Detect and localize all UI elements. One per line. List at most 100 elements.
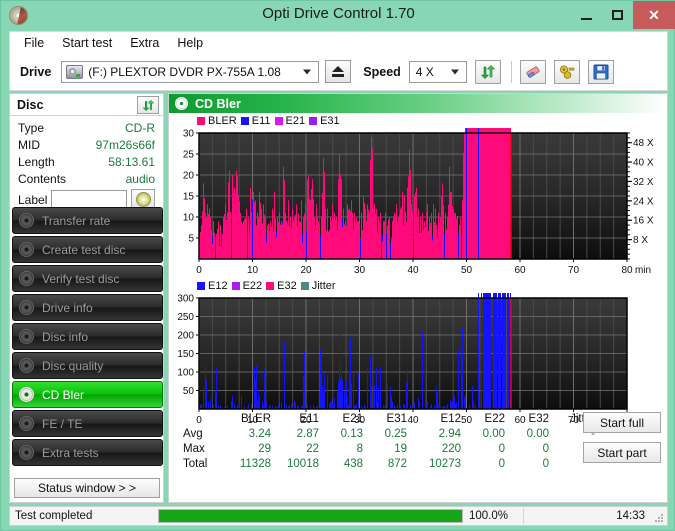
progress-bar (158, 509, 463, 523)
sidebar-item-create-test-disc[interactable]: Create test disc (12, 236, 163, 263)
maximize-button[interactable] (602, 1, 633, 29)
stats-avg-e21: 0.13 (340, 427, 363, 440)
disc-row-type: Type CD-R (10, 119, 163, 136)
refresh-button[interactable] (474, 59, 501, 84)
legend-swatch-e31 (309, 116, 318, 125)
sidebar-item-disc-quality[interactable]: Disc quality (12, 352, 163, 379)
stats-row-label-total: Total (183, 457, 208, 470)
menu-item-start-test[interactable]: Start test (54, 34, 120, 52)
menu-item-help[interactable]: Help (169, 34, 211, 52)
sidebar-label-fe-te: FE / TE (42, 416, 83, 431)
eject-icon (332, 66, 345, 72)
resize-grip[interactable] (653, 512, 663, 522)
bottom-chart-svg: 5010015020025030001020304050607080min (177, 293, 651, 426)
stats-avg-e12: 2.94 (438, 427, 461, 440)
close-button[interactable]: ✕ (633, 1, 675, 29)
legend-swatch-e32 (266, 281, 275, 290)
disc-label-key: Label (18, 192, 48, 207)
legend-label-e31: E31 (320, 114, 340, 127)
start-part-button[interactable]: Start part (583, 442, 661, 463)
left-panel: Disc Type CD-R MID 97m26s66f Length 58:1… (9, 93, 164, 503)
status-text: Test completed (15, 510, 93, 522)
svg-text:80: 80 (621, 265, 633, 276)
speed-select[interactable]: 4 X (408, 60, 467, 83)
sidebar-item-cd-bler[interactable]: CD Bler (12, 381, 163, 408)
stats-col-e32: E32 (528, 412, 549, 425)
legend-swatch-e22 (231, 281, 240, 290)
cd-bler-title: CD Bler (195, 96, 241, 111)
disc-row-mid: MID 97m26s66f (10, 136, 163, 153)
eject-button[interactable] (325, 60, 352, 83)
stats-col-e11: E11 (299, 412, 319, 425)
top-chart-svg: 5 10 15 20 25 30 0 10 20 30 40 50 60 70 80 min 8 X 16 X 24… (183, 128, 654, 276)
sidebar-label-disc-info: Disc info (42, 329, 89, 344)
legend-swatch-e12 (197, 281, 205, 290)
stats-max-e32: 0 (542, 442, 549, 455)
svg-text:30: 30 (183, 129, 195, 140)
svg-text:32 X: 32 X (633, 177, 654, 188)
start-full-button[interactable]: Start full (583, 412, 661, 433)
eraser-icon (526, 65, 540, 78)
speed-select-value: 4 X (415, 64, 434, 79)
svg-text:10: 10 (247, 265, 259, 276)
stats-total-e21: 438 (343, 457, 363, 470)
table-row: Max 29 22 8 19 220 0 0 - (179, 441, 601, 456)
svg-text:100: 100 (177, 368, 194, 379)
sidebar-item-fe-te[interactable]: FE / TE (12, 410, 163, 437)
sidebar-item-verify-test-disc[interactable]: Verify test disc (12, 265, 163, 292)
disc-key-length: Length (18, 154, 55, 169)
drive-icon (19, 300, 34, 315)
svg-text:15: 15 (183, 192, 195, 203)
legend-item-jitter: Jitter (300, 279, 336, 292)
cd-bler-top-chart[interactable]: BLER E11 E21 E31 5 10 15 20 25 30 0 10 20 30 40 50 6… (169, 113, 667, 278)
chevron-down-icon (303, 69, 312, 74)
settings-plug-button[interactable] (553, 59, 580, 84)
stats-total-e32: 0 (542, 457, 549, 470)
svg-text:50: 50 (461, 265, 473, 276)
minimize-button[interactable] (571, 1, 602, 29)
sidebar-label-verify-test-disc: Verify test disc (42, 271, 120, 286)
legend-label-e21: E21 (285, 114, 306, 127)
disc-key-contents: Contents (18, 171, 67, 186)
svg-text:250: 250 (177, 312, 194, 323)
disc-check-icon (19, 271, 34, 286)
sidebar-label-create-test-disc: Create test disc (42, 242, 126, 257)
status-time: 14:33 (616, 510, 645, 522)
sidebar-item-drive-info[interactable]: Drive info (12, 294, 163, 321)
svg-text:8 X: 8 X (633, 235, 648, 246)
stats-total-e22: 0 (498, 457, 505, 470)
save-floppy-icon (593, 64, 609, 79)
stats-avg-e22: 0.00 (482, 427, 505, 440)
save-button[interactable] (587, 59, 614, 84)
svg-text:150: 150 (177, 349, 194, 360)
speed-label: Speed (363, 64, 401, 79)
disc-key-type: Type (18, 120, 45, 135)
cd-bler-bottom-chart[interactable]: E12 E22 E32 Jitter 50 100 150 200 250 300 0 10 2… (169, 278, 667, 428)
app-window: Opti Drive Control 1.70 ✕ File Start tes… (0, 0, 675, 531)
sidebar-item-extra-tests[interactable]: Extra tests (12, 439, 163, 466)
menu-item-extra[interactable]: Extra (122, 34, 167, 52)
disc-refresh-button[interactable] (137, 96, 159, 114)
progress-percent: 100.0% (469, 510, 509, 522)
svg-text:30: 30 (354, 265, 366, 276)
svg-text:60: 60 (514, 265, 526, 276)
drive-select[interactable]: (F:) PLEXTOR DVDR PX-755A 1.08 (61, 60, 320, 83)
disc-write-icon (19, 242, 34, 257)
legend-swatch-e11 (240, 116, 249, 125)
disc-fete-icon (19, 416, 34, 431)
legend-label-jitter: Jitter (311, 279, 336, 292)
cd-disc-icon (135, 192, 151, 207)
svg-text:200: 200 (177, 331, 194, 342)
sidebar-item-disc-info[interactable]: Disc info (12, 323, 163, 350)
legend-item-bler: BLER (197, 115, 237, 127)
stats-col-e12: E12 (440, 412, 461, 425)
erase-button[interactable] (519, 59, 546, 84)
sidebar-item-transfer-rate[interactable]: Transfer rate (12, 207, 163, 234)
disc-panel-header: Disc (10, 94, 163, 116)
menu-item-file[interactable]: File (16, 34, 52, 52)
legend-label-e12: E12 (208, 279, 228, 292)
status-window-button[interactable]: Status window > > (14, 478, 160, 498)
stats-avg-e11: 2.87 (296, 427, 319, 440)
title-bar: Opti Drive Control 1.70 ✕ (1, 1, 675, 29)
svg-text:40 X: 40 X (633, 158, 654, 169)
